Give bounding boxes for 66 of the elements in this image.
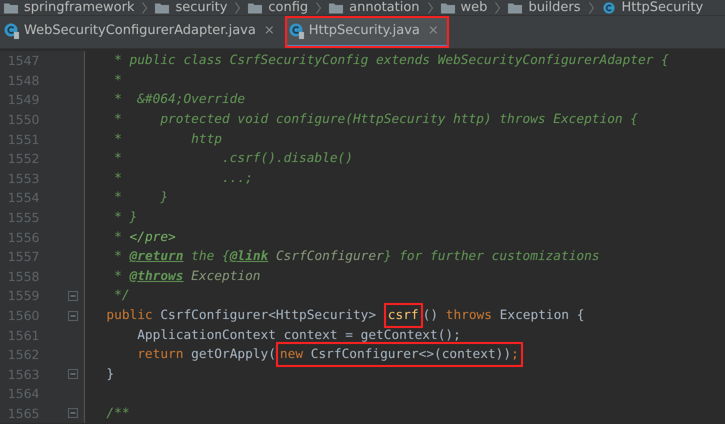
code-text: Exception — [190, 268, 261, 284]
chevron-icon — [588, 2, 594, 14]
code-text: @throws — [130, 268, 184, 284]
code-text: return — [136, 347, 184, 362]
folder-icon — [248, 2, 262, 14]
fold-icon[interactable] — [68, 369, 78, 380]
highlighted-code: new — [276, 342, 311, 368]
code-text: * public class CsrfSecurityConfig extends WebSecurityConfigurerAdapter { — [113, 53, 669, 68]
breadcrumb-item[interactable]: HttpSecurity — [622, 0, 704, 14]
folder-icon — [155, 2, 170, 14]
folder-icon — [440, 2, 455, 14]
code-text: * http — [113, 132, 222, 147]
class-file-icon — [4, 22, 20, 38]
code-text: ApplicationContext context = getContext(); — [136, 328, 461, 343]
fold-icon[interactable] — [68, 290, 78, 301]
chevron-icon — [495, 2, 500, 14]
highlighted-code: csrf — [384, 303, 423, 328]
file-tab[interactable]: WebSecurityConfigurerAdapter.java × — [0, 16, 285, 48]
chevron-icon — [142, 2, 148, 14]
code-text: () — [422, 308, 440, 324]
code-text: * &#064;Override — [113, 92, 246, 108]
code-text: } — [105, 366, 114, 382]
breadcrumb-item[interactable]: springframework — [24, 0, 134, 14]
code-text: </pre> — [130, 230, 176, 245]
code-text: CsrfConfigurer — [274, 249, 384, 264]
highlighted-code: CsrfConfigurer<>(context)) — [310, 342, 512, 368]
tab-label: WebSecurityConfigurerAdapter.java — [24, 23, 256, 38]
code-text: throws — [446, 308, 493, 324]
code-text: */ — [113, 288, 130, 304]
fold-icon[interactable] — [68, 310, 78, 321]
highlighted-code: ; — [511, 342, 523, 368]
code-text: /** — [105, 406, 130, 421]
close-button[interactable]: × — [264, 23, 275, 38]
breadcrumb-item[interactable]: builders — [528, 0, 581, 14]
code-text: the { — [190, 249, 230, 264]
code-text: * — [113, 268, 123, 284]
chevron-icon — [428, 2, 433, 14]
breadcrumb-item[interactable]: annotation — [349, 0, 420, 14]
code-text: * — [113, 230, 123, 245]
breadcrumb-item[interactable]: config — [268, 0, 308, 14]
class-icon — [602, 2, 616, 14]
tab-label: HttpSecurity.java — [308, 23, 420, 38]
chevron-icon — [235, 2, 240, 14]
code-text: @return — [130, 249, 184, 264]
code-text: CsrfConfigurer<HttpSecurity> — [160, 308, 378, 324]
class-file-icon — [288, 22, 305, 38]
breadcrumb-item[interactable]: web — [460, 0, 488, 14]
code-text: * — [113, 249, 123, 264]
code-text: Exception { — [500, 308, 584, 324]
code-text: @link — [230, 249, 268, 264]
code-text: public — [105, 308, 154, 324]
code-text: * protected void configure(HttpSecurity http) throws Exception { — [113, 112, 638, 128]
code-text: } for further customizations — [384, 249, 600, 264]
code-text: * } — [113, 210, 138, 226]
code-text: * } — [113, 190, 168, 206]
chevron-icon — [316, 2, 322, 14]
fold-icon[interactable] — [68, 408, 78, 418]
code-text: * — [113, 72, 122, 88]
code-text: * .csrf().disable() — [113, 151, 353, 166]
folder-icon — [508, 2, 522, 14]
breadcrumb-item[interactable]: security — [175, 0, 228, 14]
code-text: getOrApply( — [191, 347, 276, 362]
folder-icon — [329, 2, 344, 14]
code-text: * ...; — [113, 170, 253, 186]
file-tab[interactable]: HttpSecurity.java × — [284, 16, 449, 48]
folder-icon — [4, 2, 18, 14]
